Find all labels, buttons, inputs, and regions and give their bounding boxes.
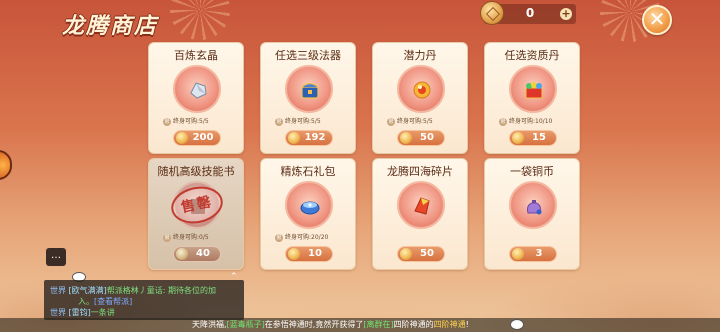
- item-medal: [397, 181, 445, 229]
- coin-icon: [512, 132, 524, 144]
- item-price: 40: [196, 248, 210, 259]
- shop-item-card[interactable]: 一袋铜币 3: [484, 158, 580, 270]
- shop-item-card[interactable]: 任选三级法器 限终身可购:5/5 192: [260, 42, 356, 154]
- purchase-limit: 限终身可购:10/10: [499, 117, 553, 126]
- chat-line: 世界 [欧气满满]帮派格林丿童话: 期待各位的加: [50, 286, 217, 295]
- item-price: 15: [532, 132, 546, 143]
- shop-item-card-sold-out[interactable]: 随机高级技能书 售罄 限终身可购:0/5 40: [148, 158, 244, 270]
- item-price: 10: [308, 248, 322, 259]
- buy-button[interactable]: 50: [397, 130, 445, 146]
- coin-icon: [400, 132, 412, 144]
- item-price: 200: [192, 132, 214, 143]
- chat-toggle-button[interactable]: …: [46, 248, 66, 266]
- buy-button[interactable]: 15: [509, 130, 557, 146]
- chest-icon: [301, 82, 319, 99]
- item-name: 潜力丹: [403, 49, 437, 62]
- add-currency-button[interactable]: +: [560, 8, 572, 20]
- purchase-limit: 限终身可购:20/20: [275, 233, 329, 242]
- item-name: 一袋铜币: [510, 165, 554, 178]
- buy-button[interactable]: 192: [285, 130, 333, 146]
- item-name: 任选资质丹: [504, 49, 560, 62]
- item-price: 50: [420, 248, 434, 259]
- item-price: 192: [304, 132, 326, 143]
- stone-pack-icon: [300, 201, 320, 215]
- coin-icon: [288, 248, 300, 260]
- view-guild-link[interactable]: [查看帮派]: [94, 297, 132, 306]
- coin-bag-icon: [527, 200, 542, 215]
- purchase-limit: 限终身可购:5/5: [163, 117, 209, 126]
- coin-icon: [176, 248, 188, 260]
- item-medal: [397, 65, 445, 113]
- item-price: 3: [535, 248, 543, 259]
- currency-bar: 0 +: [480, 1, 576, 25]
- coin-icon: [480, 1, 504, 25]
- crystal-icon: [190, 82, 207, 99]
- ticker-mascot-icon: [510, 319, 524, 330]
- chat-line: 世界 [雷钧]一条讲: [50, 308, 115, 317]
- coin-icon: [400, 248, 412, 260]
- item-name: 精炼石礼包: [280, 165, 336, 178]
- limit-badge-icon: 限: [499, 117, 507, 126]
- purchase-limit: 限终身可购:5/5: [275, 117, 321, 126]
- fragment-icon: [414, 197, 430, 215]
- limit-badge-icon: 限: [163, 233, 171, 242]
- buy-button[interactable]: 3: [509, 246, 557, 262]
- close-button[interactable]: ✕: [642, 5, 672, 35]
- limit-badge-icon: 限: [163, 117, 171, 126]
- shop-item-card[interactable]: 潜力丹 限终身可购:5/5 50: [372, 42, 468, 154]
- side-menu-tab[interactable]: [0, 150, 12, 180]
- announcement-ticker: 天降洪福,[蓝毒瓶子]在参悟神通时,竟然开获得了[离群在]四阶神通的四阶神通!: [0, 318, 720, 332]
- limit-badge-icon: 限: [387, 117, 395, 126]
- item-medal: [285, 65, 333, 113]
- shop-item-card[interactable]: 龙腾四海碎片 50: [372, 158, 468, 270]
- item-name: 龙腾四海碎片: [387, 165, 453, 178]
- chat-line: 入。[查看帮派]: [78, 297, 133, 306]
- item-name: 随机高级技能书: [157, 165, 235, 178]
- item-price: 50: [420, 132, 434, 143]
- sold-out-stamp: 售罄: [167, 181, 227, 229]
- coin-icon: [288, 132, 300, 144]
- buy-button[interactable]: 10: [285, 246, 333, 262]
- item-medal: [509, 65, 557, 113]
- item-name: 任选三级法器: [275, 49, 341, 62]
- currency-amount: 0: [525, 6, 535, 20]
- gift-box-icon: [525, 82, 543, 99]
- item-medal: [173, 65, 221, 113]
- shop-item-card[interactable]: 精炼石礼包 限终身可购:20/20 10: [260, 158, 356, 270]
- item-name: 百炼玄晶: [174, 49, 218, 62]
- chat-panel[interactable]: 世界 [欧气满满]帮派格林丿童话: 期待各位的加 入。[查看帮派] 世界 [雷钧…: [44, 280, 244, 320]
- item-medal: [509, 181, 557, 229]
- coin-icon: [176, 132, 188, 144]
- firework-decoration: [170, 0, 230, 40]
- shop-item-card[interactable]: 百炼玄晶 限终身可购:5/5 200: [148, 42, 244, 154]
- shop-title: 龙腾商店: [62, 13, 159, 39]
- limit-badge-icon: 限: [275, 233, 283, 242]
- buy-button[interactable]: 200: [173, 130, 221, 146]
- purchase-limit: 限终身可购:5/5: [387, 117, 433, 126]
- coin-icon: [512, 248, 524, 260]
- limit-badge-icon: 限: [275, 117, 283, 126]
- buy-button[interactable]: 50: [397, 246, 445, 262]
- purchase-limit: 限终身可购:0/5: [163, 233, 209, 242]
- pill-icon: [413, 81, 431, 99]
- buy-button[interactable]: 40: [173, 246, 221, 262]
- item-medal: [285, 181, 333, 229]
- shop-item-card[interactable]: 任选资质丹 限终身可购:10/10 15: [484, 42, 580, 154]
